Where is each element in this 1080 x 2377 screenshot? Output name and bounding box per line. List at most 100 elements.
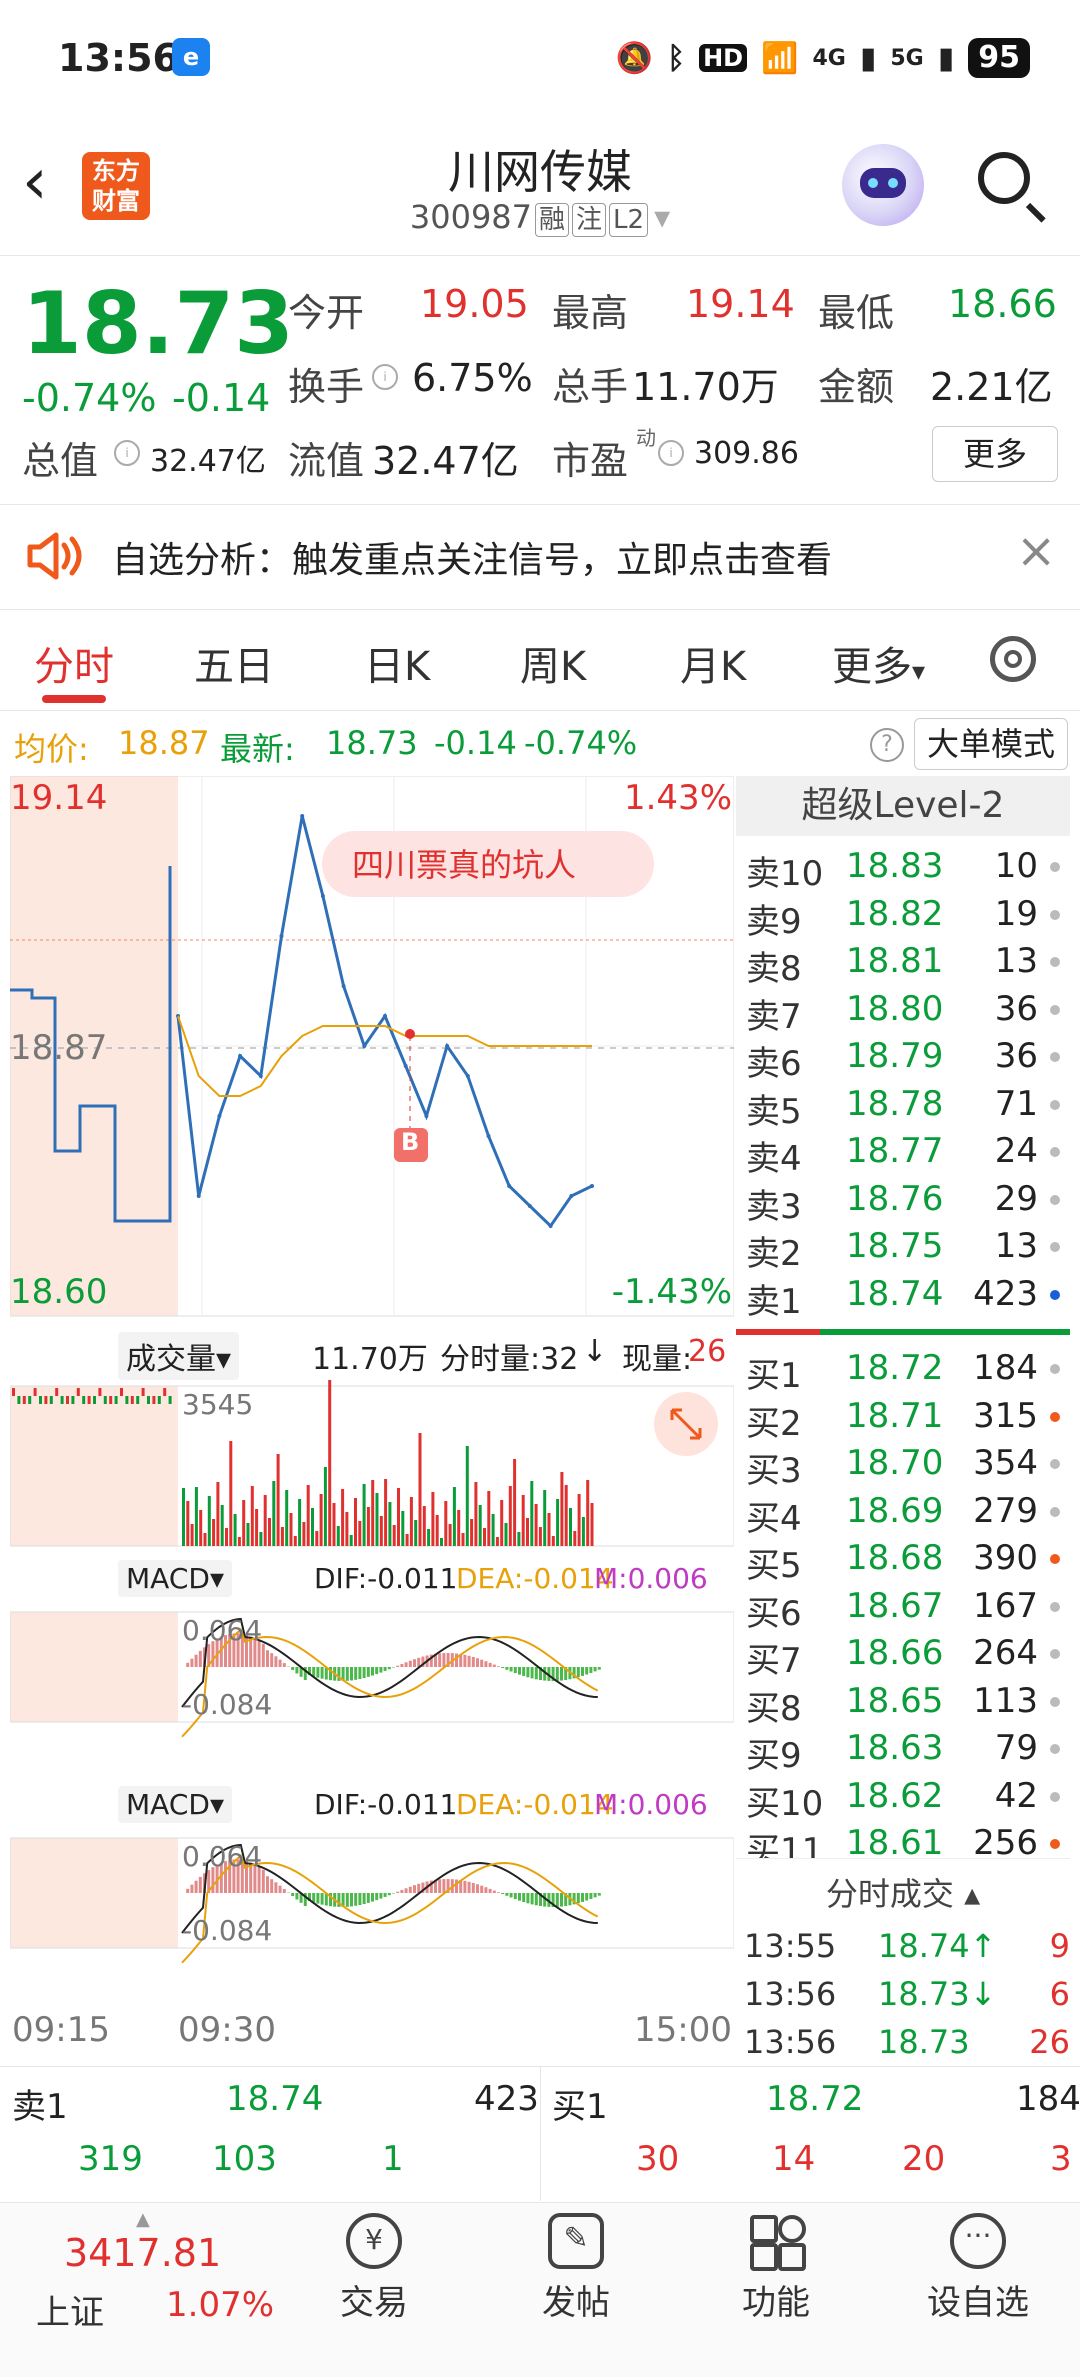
assistant-robot-icon[interactable]: [842, 144, 924, 226]
volume-bar: [423, 1506, 426, 1546]
settings-gear-icon[interactable]: [990, 636, 1036, 682]
volume-bar: [169, 1396, 172, 1404]
notice-bar[interactable]: 自选分析：触发重点关注信号，立即点击查看 ×: [0, 505, 1080, 610]
info-icon[interactable]: i: [114, 440, 140, 466]
macd-header-1: MACD▾ DIF:-0.011 DEA:-0.014 M:0.006: [10, 1554, 734, 1606]
macd-bar: [501, 1667, 504, 1668]
macd-bar: [384, 1667, 387, 1671]
price-point: [590, 1184, 594, 1188]
tick-volume: 6: [1050, 1975, 1070, 2013]
macd-bar: [295, 1893, 298, 1899]
bid-row[interactable]: 买818.65113: [742, 1677, 1070, 1725]
macd-bar: [510, 1893, 513, 1897]
macd-bar: [262, 1644, 265, 1667]
price-point: [300, 814, 304, 818]
nav-post[interactable]: ✎ 发帖: [506, 2213, 646, 2324]
status-icons: 🔕 ᛒ HD 📶 4G ▮ 5G ▮ 95: [616, 36, 1030, 80]
buy1-label: 买1: [552, 2079, 608, 2128]
bid-row[interactable]: 买418.69279: [742, 1487, 1070, 1535]
signal-icon: ▮: [938, 41, 955, 76]
macd-bar: [354, 1893, 357, 1906]
volume-total: 11.70万: [312, 1334, 428, 1378]
bid-list[interactable]: 买118.72184买218.71315买318.70354买418.69279…: [736, 776, 1070, 1858]
info-icon[interactable]: i: [372, 364, 398, 390]
macd-bar: [518, 1893, 521, 1901]
macd-bar: [186, 1663, 189, 1667]
tab-five-day[interactable]: 五日: [194, 634, 274, 692]
info-icon[interactable]: i: [658, 440, 684, 466]
volume-bar: [337, 1526, 340, 1546]
help-icon[interactable]: ?: [870, 728, 904, 762]
volume-bar: [487, 1491, 490, 1546]
macd-indicator-select[interactable]: MACD▾: [118, 1786, 232, 1823]
ticks-title[interactable]: 分时成交 ▴: [736, 1869, 1070, 1915]
macd-header-2: MACD▾ DIF:-0.011 DEA:-0.014 M:0.006: [10, 1780, 734, 1832]
volume-bar: [255, 1509, 258, 1546]
tab-more[interactable]: 更多▾: [832, 634, 925, 692]
tab-intraday[interactable]: 分时: [34, 634, 114, 692]
macd-indicator-select[interactable]: MACD▾: [118, 1560, 232, 1597]
bid-row[interactable]: 买718.66264: [742, 1629, 1070, 1677]
nav-functions[interactable]: 功能: [706, 2213, 846, 2324]
price-point: [569, 1194, 573, 1198]
volume-bar: [104, 1396, 107, 1404]
bid-row[interactable]: 买1018.6242: [742, 1772, 1070, 1820]
big-order-mode-button[interactable]: 大单模式: [914, 718, 1068, 770]
volume-bar: [152, 1396, 155, 1404]
bid-row[interactable]: 买318.70354: [742, 1439, 1070, 1487]
bid-price: 18.68: [846, 1538, 943, 1578]
volume-bar: [573, 1531, 576, 1546]
bid-row[interactable]: 买218.71315: [742, 1392, 1070, 1440]
volume-bar: [427, 1529, 430, 1546]
tag-margin: 融: [535, 203, 569, 237]
volume-bar: [474, 1482, 477, 1546]
macd-bar: [350, 1667, 353, 1680]
macd-bar: [468, 1882, 471, 1893]
intraday-chart-area[interactable]: 19.14 1.43% 18.87 18.60 -1.43% 四川票真的坑人 B…: [10, 776, 734, 2066]
volume-tick-arrow: ↓: [582, 1334, 607, 1369]
search-icon[interactable]: [978, 152, 1030, 204]
macd-bar: [405, 1888, 408, 1893]
bid-row[interactable]: 买918.6379: [742, 1724, 1070, 1772]
volume-bar: [34, 1388, 37, 1396]
macd-bar: [371, 1667, 374, 1676]
index-widget[interactable]: ▲ 3417.81 上证 1.07%: [20, 2209, 280, 2369]
tab-daily-k[interactable]: 日K: [364, 634, 430, 692]
volume-bar: [285, 1490, 288, 1546]
macd-bar: [413, 1885, 416, 1893]
macd-bar: [400, 1664, 403, 1667]
volume-bar: [556, 1499, 559, 1546]
bid-row[interactable]: 买518.68390: [742, 1534, 1070, 1582]
bid-row[interactable]: 买1118.61256: [742, 1819, 1070, 1858]
volume-bar: [363, 1484, 366, 1546]
macd-bar: [190, 1885, 193, 1893]
avg-value: 18.87: [118, 724, 210, 762]
bid-row[interactable]: 买118.72184: [742, 1344, 1070, 1392]
volume-bar: [535, 1504, 538, 1546]
close-icon[interactable]: ×: [1016, 523, 1056, 579]
up-caret-icon: ▲: [136, 2209, 150, 2230]
price-top-label: 19.14: [10, 778, 107, 818]
volume-bar: [88, 1396, 91, 1404]
bid-price: 18.63: [846, 1728, 943, 1768]
macd-bar: [514, 1893, 517, 1899]
dropdown-icon[interactable]: ▾: [654, 198, 670, 236]
macd-bar: [556, 1667, 559, 1681]
tab-weekly-k[interactable]: 周K: [520, 634, 586, 692]
tab-monthly-k[interactable]: 月K: [680, 634, 746, 692]
macd-bar: [589, 1893, 592, 1899]
volume-bar: [350, 1535, 353, 1546]
macd-bar: [312, 1667, 315, 1676]
last-label: 最新:: [220, 724, 295, 770]
bid-row[interactable]: 买618.67167: [742, 1582, 1070, 1630]
macd-bar: [396, 1666, 399, 1667]
nav-add-watchlist[interactable]: ··· 设自选: [908, 2213, 1048, 2324]
bid-label: 买1: [746, 1348, 802, 1397]
volume-bar: [61, 1396, 64, 1404]
nav-trade[interactable]: ¥ 交易: [304, 2213, 444, 2324]
volume-indicator-select[interactable]: 成交量▾: [118, 1332, 239, 1380]
more-button[interactable]: 更多: [932, 426, 1058, 482]
macd-m: M:0.006: [594, 1562, 708, 1595]
bid-label: 买11: [746, 1823, 823, 1858]
tick-row: 13:5518.74↑9: [742, 1923, 1072, 1973]
